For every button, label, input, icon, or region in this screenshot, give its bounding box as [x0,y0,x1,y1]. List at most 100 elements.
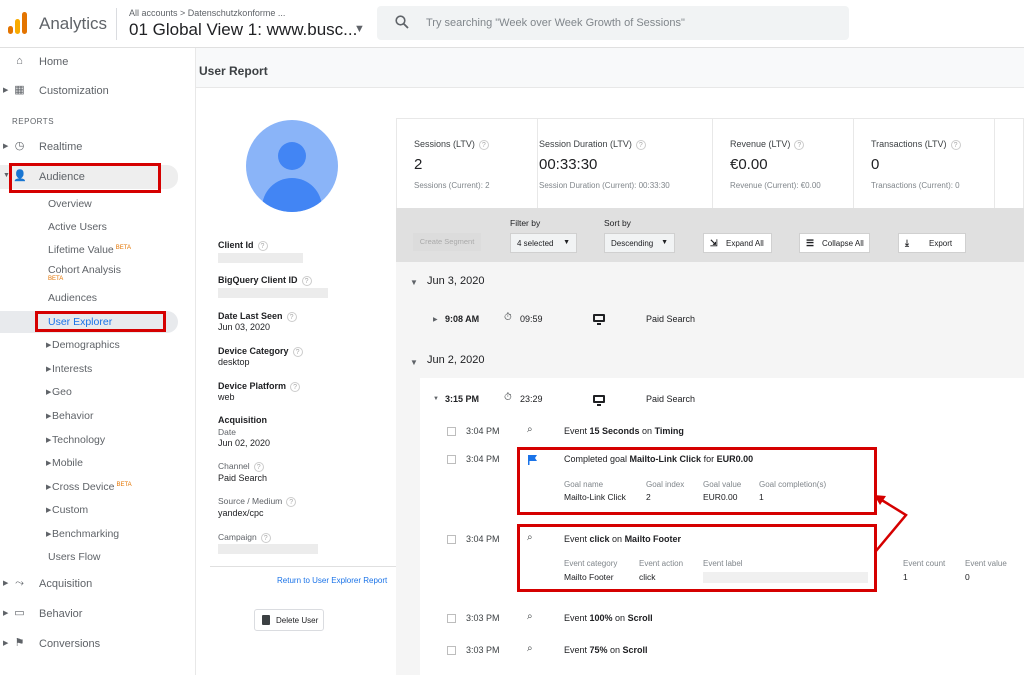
help-icon[interactable]: ? [253,461,264,472]
event-checkbox[interactable] [447,455,456,464]
stat-label: Revenue (LTV)? [730,139,805,150]
search-icon [395,15,409,29]
help-icon[interactable]: ? [290,381,301,392]
campaign-value-redacted [218,544,318,554]
expand-caret-icon: ▶ [46,342,52,349]
analytics-logo-icon[interactable] [8,10,30,34]
collapse-caret-icon[interactable]: ▼ [410,278,418,287]
account-breadcrumb[interactable]: All accounts > Datenschutzkonforme ... [129,8,285,18]
event-icon: ⌕ [527,611,533,622]
dashboard-grid-icon: ▦ [14,84,25,96]
help-icon[interactable]: ? [301,275,312,286]
sidebar-item-custom[interactable]: ▶ Custom [46,504,89,516]
stat-revenue: Revenue (LTV)? €0.00 Revenue (Current): … [713,119,854,209]
event-time: 3:04 PM [466,534,500,544]
sidebar-item-users-flow[interactable]: Users Flow [48,551,101,563]
collapse-all-button[interactable]: ☰ Collapse All [799,233,870,253]
expand-caret-icon: ▶ [3,143,9,150]
sidebar: ⌂ Home ▶ ▦ Customization REPORTS ▶ ◷ Rea… [0,48,196,675]
expand-caret-icon[interactable]: ▶ [433,316,438,323]
help-icon[interactable]: ? [478,139,489,150]
expand-caret-icon: ▶ [46,460,52,467]
event-count-value: 1 [903,572,908,582]
help-icon[interactable]: ? [260,532,271,543]
sidebar-item-label: Acquisition [39,578,93,590]
expand-all-button[interactable]: ⇲ Expand All [703,233,772,253]
collapse-caret-icon[interactable]: ▼ [410,358,418,367]
help-icon[interactable]: ? [286,311,297,322]
return-to-user-explorer-link[interactable]: Return to User Explorer Report [277,576,387,585]
sidebar-item-label: Mobile [52,457,83,469]
sidebar-item-lifetime-value[interactable]: Lifetime Value BETA [48,244,131,256]
search-input[interactable]: Try searching "Week over Week Growth of … [426,17,685,29]
expand-caret-icon: ▶ [46,531,52,538]
session-time[interactable]: 3:15 PM [445,394,479,404]
sidebar-item-customization[interactable]: ▶ ▦ Customization [0,79,178,103]
search-box[interactable]: Try searching "Week over Week Growth of … [377,6,849,40]
sidebar-item-benchmarking[interactable]: ▶ Benchmarking [46,528,119,540]
session-channel: Paid Search [646,394,696,404]
stat-transactions: Transactions (LTV)? 0 Transactions (Curr… [854,119,995,209]
sidebar-item-active-users[interactable]: Active Users [48,221,107,233]
help-icon[interactable]: ? [292,346,303,357]
sidebar-item-technology[interactable]: ▶ Technology [46,434,106,446]
event-checkbox[interactable] [447,427,456,436]
help-icon[interactable]: ? [257,240,268,251]
date-last-seen-value: Jun 03, 2020 [218,322,271,332]
sidebar-item-overview[interactable]: Overview [48,198,92,210]
help-icon[interactable]: ? [635,139,646,150]
page-title: User Report [199,64,268,78]
sidebar-item-realtime[interactable]: ▶ ◷ Realtime [0,135,178,159]
sidebar-item-label: Technology [52,434,106,446]
timer-icon: ⏱ [504,392,512,403]
sidebar-item-behavior-sub[interactable]: ▶ Behavior [46,410,93,422]
event-time: 3:03 PM [466,613,500,623]
device-platform-label: Device Platform? [218,381,301,392]
date-heading-jun-2[interactable]: Jun 2, 2020 [427,354,485,366]
sidebar-item-home[interactable]: ⌂ Home [0,50,178,74]
session-time[interactable]: 9:08 AM [445,314,479,324]
event-time: 3:04 PM [466,454,500,464]
sidebar-item-mobile[interactable]: ▶ Mobile [46,457,83,469]
event-checkbox[interactable] [447,646,456,655]
collapse-caret-icon[interactable]: ▼ [433,396,439,402]
event-checkbox[interactable] [447,535,456,544]
sidebar-item-acquisition[interactable]: ▶ ⤳ Acquisition [0,572,178,596]
app-name[interactable]: Analytics [39,14,107,34]
event-checkbox[interactable] [447,614,456,623]
sidebar-item-label: Demographics [52,339,120,351]
help-icon[interactable]: ? [950,139,961,150]
sidebar-item-geo[interactable]: ▶ Geo [46,386,72,398]
divider [116,8,117,40]
trash-icon [262,615,270,625]
acquisition-label: Acquisition [218,415,267,425]
sidebar-item-label: Custom [52,504,89,516]
date-heading-jun-3[interactable]: Jun 3, 2020 [427,275,485,287]
event-icon: ⌕ [527,424,533,435]
export-button[interactable]: ⤓ Export [898,233,966,253]
sort-by-select[interactable]: Descending ▼ [604,233,675,253]
delete-user-button[interactable]: Delete User [254,609,324,631]
sidebar-item-audiences[interactable]: Audiences [48,292,97,304]
divider [210,566,396,567]
expand-caret-icon: ▶ [46,389,52,396]
sidebar-item-demographics[interactable]: ▶ Demographics [46,339,120,351]
sidebar-item-label: Interests [52,363,93,375]
help-icon[interactable]: ? [286,496,297,507]
event-description[interactable]: Event 100% on Scroll [564,613,653,623]
sidebar-item-cohort-analysis[interactable]: Cohort Analysis BETA [48,264,121,282]
behavior-window-icon: ▭ [14,607,25,619]
view-dropdown-icon[interactable]: ▼ [354,23,365,35]
sidebar-item-conversions[interactable]: ▶ ⚑ Conversions [0,632,178,656]
help-icon[interactable]: ? [794,139,805,150]
filter-by-select[interactable]: 4 selected ▼ [510,233,577,253]
sidebar-item-interests[interactable]: ▶ Interests [46,363,93,375]
event-description[interactable]: Event 15 Seconds on Timing [564,426,684,436]
sidebar-item-cross-device[interactable]: ▶ Cross Device BETA [46,481,132,493]
sidebar-item-behavior[interactable]: ▶ ▭ Behavior [0,602,178,626]
create-segment-button[interactable]: Create Segment [413,233,481,251]
view-selector[interactable]: 01 Global View 1: www.busc... [129,20,357,40]
stat-sub: Sessions (Current): 2 [414,181,490,190]
event-description[interactable]: Event 75% on Scroll [564,645,648,655]
timer-icon: ⏱ [504,312,512,323]
